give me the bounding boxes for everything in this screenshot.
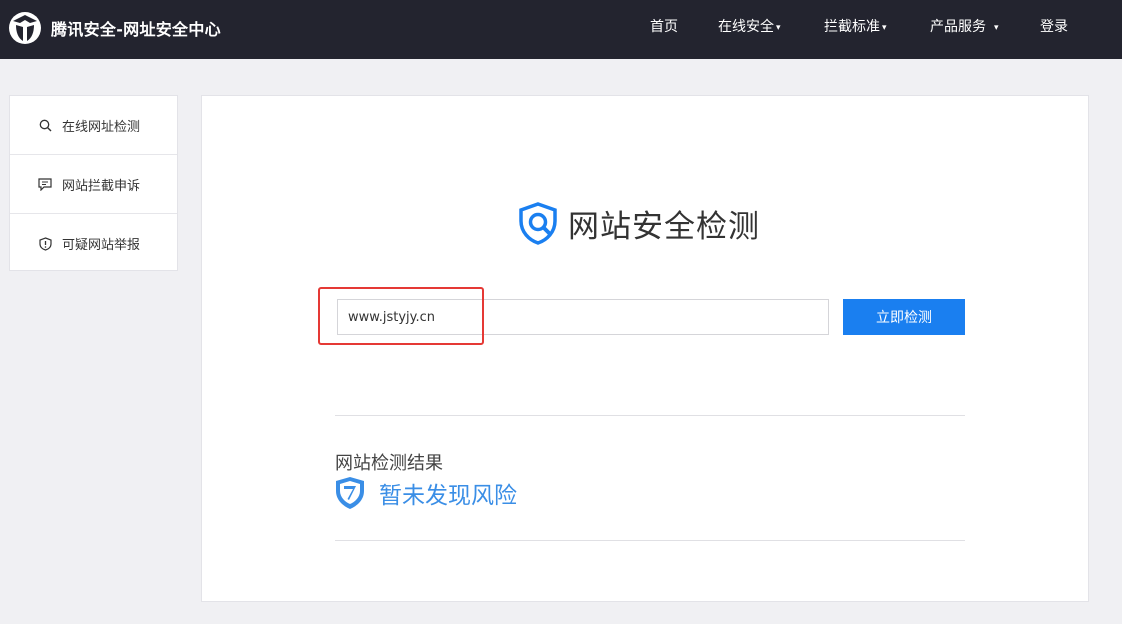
main-panel: 网站安全检测 立即检测 网站检测结果 暂未发现风险 (201, 95, 1089, 602)
url-input[interactable] (337, 299, 829, 335)
nav-item-login[interactable]: 登录 (1040, 0, 1068, 59)
result-label: 网站检测结果 (335, 453, 443, 474)
page-heading: 网站安全检测 (516, 200, 760, 246)
sidebar: 在线网址检测 网站拦截申诉 可疑网站举报 (9, 95, 178, 271)
sidebar-item-label: 在线网址检测 (62, 119, 141, 135)
top-bar: 腾讯安全-网址安全中心 首页 在线安全 ▾ 拦截标准 ▾ 产品服务 ▾ 登录 (0, 0, 1122, 59)
nav-item-products[interactable]: 产品服务 ▾ (930, 0, 999, 59)
sidebar-item-label: 可疑网站举报 (62, 238, 141, 253)
page-title: 网站安全检测 (568, 208, 760, 245)
check-now-button[interactable]: 立即检测 (843, 299, 965, 335)
caret-down-icon: ▾ (776, 23, 781, 33)
nav-item-home[interactable]: 首页 (650, 0, 678, 59)
result-row: 暂未发现风险 (335, 476, 517, 510)
sidebar-item-url-check[interactable]: 在线网址检测 (10, 96, 177, 155)
result-status: 暂未发现风险 (379, 483, 517, 509)
nav-item-block-standards[interactable]: 拦截标准 ▾ (824, 0, 887, 59)
shield-alert-icon (38, 236, 52, 251)
divider (335, 540, 965, 541)
nav-label: 首页 (650, 19, 678, 35)
search-icon (38, 118, 52, 132)
nav-label: 拦截标准 (824, 19, 880, 35)
nav-label: 登录 (1040, 19, 1068, 35)
nav-item-online-security[interactable]: 在线安全 ▾ (718, 0, 781, 59)
sidebar-item-report[interactable]: 可疑网站举报 (10, 214, 177, 273)
top-nav: 首页 在线安全 ▾ 拦截标准 ▾ 产品服务 ▾ 登录 (0, 0, 1122, 59)
nav-label: 产品服务 (930, 19, 986, 35)
caret-down-icon: ▾ (994, 23, 999, 33)
nav-label: 在线安全 (718, 19, 774, 35)
chat-icon (38, 177, 52, 191)
caret-down-icon: ▾ (882, 23, 887, 33)
divider (335, 415, 965, 416)
sidebar-item-appeal[interactable]: 网站拦截申诉 (10, 155, 177, 214)
sidebar-item-label: 网站拦截申诉 (62, 178, 141, 194)
security-scan-logo-icon (519, 202, 557, 245)
safe-shield-icon (336, 477, 364, 509)
